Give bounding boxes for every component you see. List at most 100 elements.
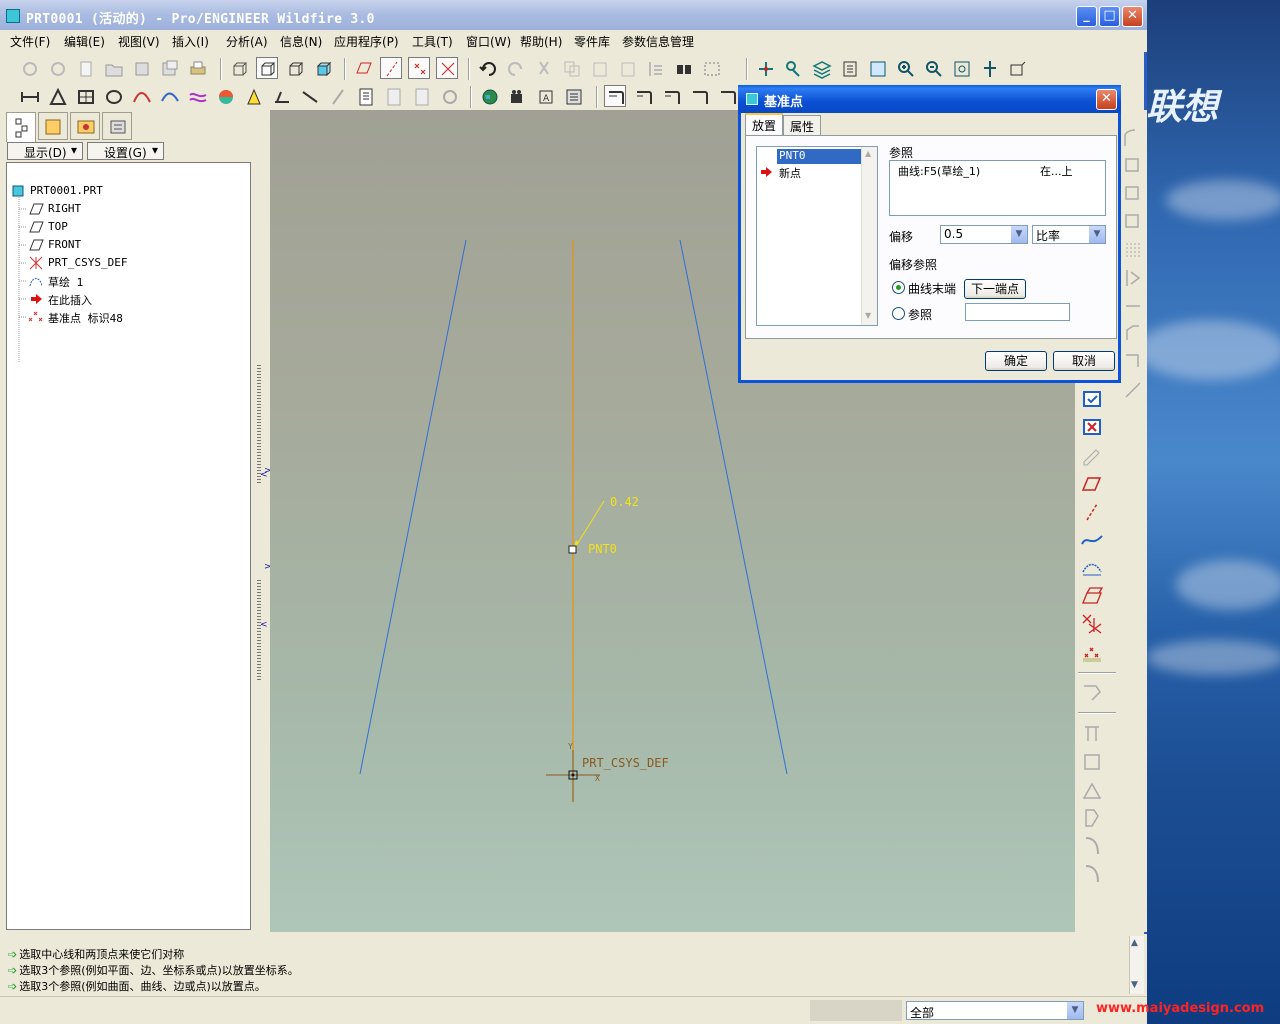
hidden-line-icon[interactable] xyxy=(256,57,278,79)
merge-tool-icon[interactable] xyxy=(1121,294,1145,318)
web-browser-icon[interactable] xyxy=(478,85,500,107)
curvature-icon[interactable] xyxy=(158,85,180,107)
connections-tab[interactable] xyxy=(102,112,132,140)
reorient-icon[interactable] xyxy=(978,57,1000,79)
zoom-out-icon[interactable] xyxy=(922,57,944,79)
trim-tool-icon[interactable] xyxy=(1121,322,1145,346)
blend-icon[interactable] xyxy=(1080,806,1104,830)
coordinate-system-tool-icon[interactable] xyxy=(1080,640,1104,664)
wireframe-icon[interactable] xyxy=(228,57,250,79)
cancel-button[interactable]: 取消 xyxy=(1053,351,1115,371)
relations-icon[interactable] xyxy=(410,85,432,107)
close-button[interactable]: ✕ xyxy=(1122,6,1143,27)
find-icon[interactable] xyxy=(672,57,694,79)
menu-parameter-manager[interactable]: 参数信息管理 xyxy=(622,33,694,50)
new-icon[interactable] xyxy=(18,57,40,79)
model-info-icon[interactable] xyxy=(354,85,376,107)
print-icon[interactable] xyxy=(186,57,208,79)
tab-properties[interactable]: 属性 xyxy=(783,115,822,135)
menu-insert[interactable]: 插入(I) xyxy=(172,33,209,50)
menu-tools[interactable]: 工具(T) xyxy=(412,33,453,50)
measure-distance-icon[interactable] xyxy=(18,85,40,107)
view-manager-icon[interactable] xyxy=(838,57,860,79)
shell-tool-icon[interactable] xyxy=(1121,154,1145,178)
list-item-new-point[interactable]: 新点 xyxy=(777,165,861,180)
sketched-plane-icon[interactable] xyxy=(1080,584,1104,608)
reference-item[interactable]: 曲线:F5(草绘_1) xyxy=(898,163,980,179)
revolve-icon[interactable] xyxy=(1080,750,1104,774)
no-hidden-icon[interactable] xyxy=(284,57,306,79)
new-file-icon[interactable] xyxy=(74,57,96,79)
sketch-line-style-3-icon[interactable] xyxy=(660,85,682,107)
chevron-down-icon[interactable]: ▼ xyxy=(1011,226,1027,243)
measure-area-icon[interactable] xyxy=(74,85,96,107)
dialog-titlebar[interactable]: 基准点 ✕ xyxy=(738,85,1121,113)
chevron-down-icon[interactable]: ▼ xyxy=(1089,226,1105,243)
panel-splitter[interactable]: < > > < xyxy=(256,110,272,932)
edit-icon[interactable] xyxy=(1080,444,1104,468)
done-icon[interactable] xyxy=(1080,388,1104,412)
mass-properties-icon[interactable] xyxy=(102,85,124,107)
sketch-datum-tool-icon[interactable] xyxy=(1080,556,1104,580)
mirror-tool-icon[interactable] xyxy=(1121,266,1145,290)
offset-analysis-icon[interactable] xyxy=(326,85,348,107)
draft-analysis-icon[interactable] xyxy=(242,85,264,107)
tab-placement[interactable]: 放置 xyxy=(745,113,784,135)
rib-tool-icon[interactable] xyxy=(1121,182,1145,206)
reference-type[interactable]: 在...上 xyxy=(1040,163,1073,179)
display-dropdown[interactable]: 显示(D) ▾ xyxy=(7,142,83,160)
paste-special-icon[interactable] xyxy=(616,57,638,79)
offset-type-select[interactable]: 比率 ▼ xyxy=(1032,225,1106,244)
datum-curve-tool-icon[interactable] xyxy=(1080,528,1104,552)
minimize-button[interactable]: _ xyxy=(1076,6,1097,27)
cancel-feature-icon[interactable] xyxy=(1080,416,1104,440)
copy-icon[interactable] xyxy=(560,57,582,79)
analysis-feature-icon[interactable] xyxy=(1080,680,1104,704)
datum-axis-display-icon[interactable] xyxy=(380,57,402,79)
refit-icon[interactable] xyxy=(866,57,888,79)
undo-icon[interactable] xyxy=(476,57,498,79)
draft-tool-icon[interactable] xyxy=(1121,210,1145,234)
round-icon[interactable] xyxy=(1080,834,1104,858)
dialog-close-button[interactable]: ✕ xyxy=(1096,89,1117,110)
shaded-curvature-icon[interactable] xyxy=(214,85,236,107)
next-end-button[interactable]: 下一端点 xyxy=(964,279,1026,299)
slope-icon[interactable] xyxy=(298,85,320,107)
feature-info-icon[interactable] xyxy=(382,85,404,107)
regenerate-icon[interactable] xyxy=(644,57,666,79)
reference-radio[interactable] xyxy=(892,307,905,320)
session-icon[interactable] xyxy=(46,57,68,79)
shading-icon[interactable] xyxy=(312,57,334,79)
menu-info[interactable]: 信息(N) xyxy=(280,33,322,50)
text-note-icon[interactable]: A xyxy=(534,85,556,107)
redo-icon[interactable] xyxy=(504,57,526,79)
extrude-icon[interactable] xyxy=(1080,722,1104,746)
sweep-icon[interactable] xyxy=(1080,778,1104,802)
animation-icon[interactable] xyxy=(506,85,528,107)
surface-analysis-icon[interactable] xyxy=(186,85,208,107)
cut-icon[interactable] xyxy=(532,57,554,79)
parameters-icon[interactable] xyxy=(438,85,460,107)
pattern-tool-icon[interactable] xyxy=(1121,238,1145,262)
datum-plane-display-icon[interactable] xyxy=(352,57,374,79)
ok-button[interactable]: 确定 xyxy=(985,351,1047,371)
datum-axis-tool-icon[interactable] xyxy=(1080,500,1104,524)
layers-icon[interactable] xyxy=(810,57,832,79)
csys-display-icon[interactable] xyxy=(436,57,458,79)
model-tree-tab[interactable] xyxy=(6,112,36,142)
menu-file[interactable]: 文件(F) xyxy=(10,33,50,50)
datum-axis-tool-icon[interactable] xyxy=(754,57,776,79)
sketch-line-style-5-icon[interactable] xyxy=(716,85,738,107)
offset-tool-icon[interactable] xyxy=(1121,378,1145,402)
favorites-tab[interactable] xyxy=(70,112,100,140)
zoom-in-icon[interactable] xyxy=(894,57,916,79)
datum-point-display-icon[interactable] xyxy=(408,57,430,79)
sketch-line-style-1-icon[interactable] xyxy=(604,85,626,107)
maximize-button[interactable]: □ xyxy=(1099,6,1120,27)
folder-browser-tab[interactable] xyxy=(38,112,68,140)
extend-tool-icon[interactable] xyxy=(1121,350,1145,374)
offset-reference-field[interactable] xyxy=(965,303,1070,321)
menu-part-library[interactable]: 零件库 xyxy=(574,33,610,50)
settings-dropdown[interactable]: 设置(G) ▾ xyxy=(87,142,164,160)
fit-to-screen-icon[interactable] xyxy=(950,57,972,79)
